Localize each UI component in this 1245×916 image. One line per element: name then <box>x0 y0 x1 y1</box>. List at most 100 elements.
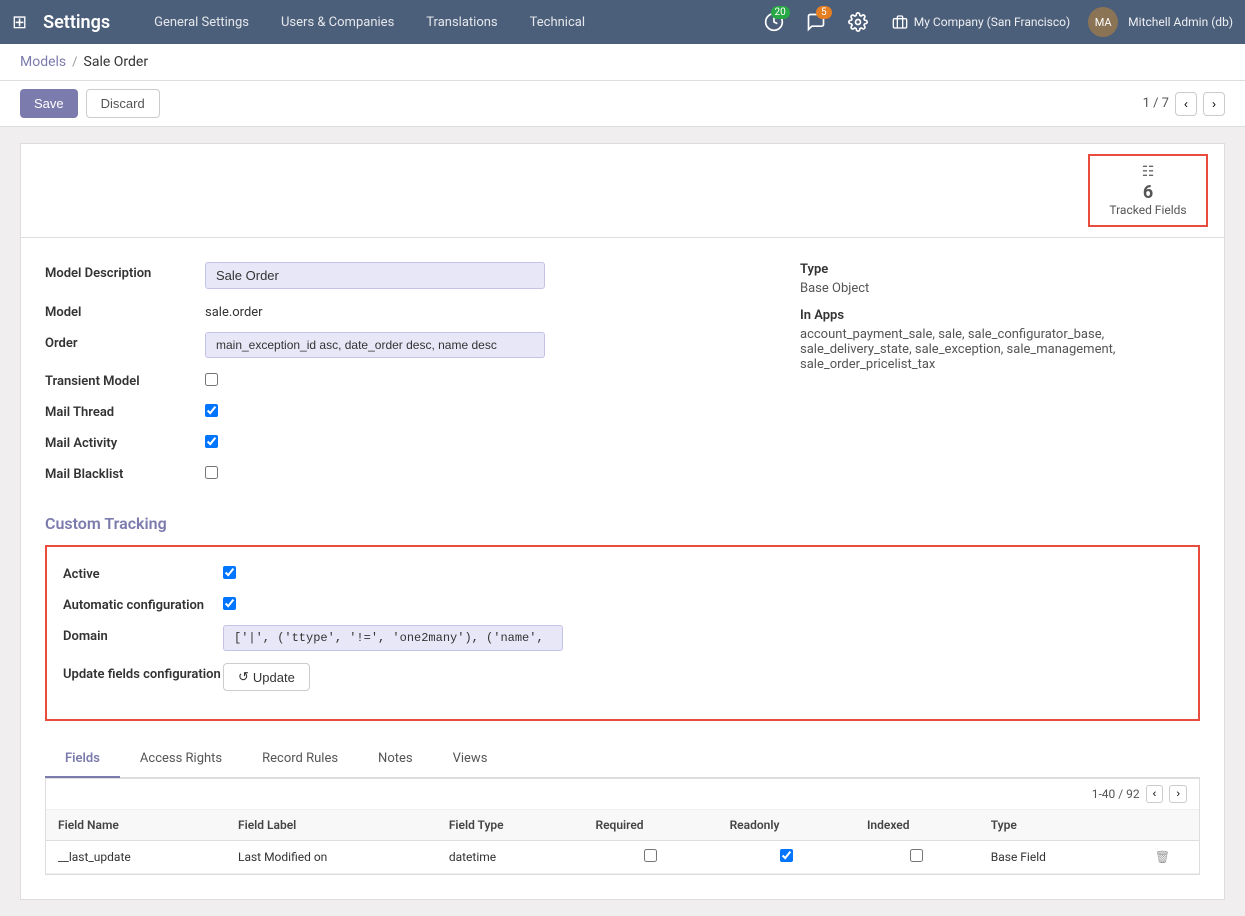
auto-config-checkbox[interactable] <box>223 597 236 610</box>
message-badge: 5 <box>816 6 832 19</box>
domain-row: Domain <box>63 625 1182 651</box>
mail-activity-label: Mail Activity <box>45 432 205 451</box>
active-label: Active <box>63 563 223 582</box>
tab-notes[interactable]: Notes <box>358 741 433 778</box>
cell-field-label: Last Modified on <box>226 841 437 874</box>
mail-activity-row: Mail Activity <box>45 432 760 451</box>
cell-required <box>583 841 717 874</box>
company-info[interactable]: My Company (San Francisco) <box>892 14 1070 30</box>
discard-button[interactable]: Discard <box>86 89 160 118</box>
save-button[interactable]: Save <box>20 89 78 118</box>
cell-readonly <box>718 841 855 874</box>
active-row: Active <box>63 563 1182 582</box>
nav-general-settings[interactable]: General Settings <box>142 15 261 30</box>
nav-users-companies[interactable]: Users & Companies <box>269 15 406 30</box>
table-pagination-text: 1-40 / 92 <box>1092 787 1140 801</box>
delete-icon[interactable]: 🗑 <box>1126 841 1199 874</box>
mail-activity-checkbox[interactable] <box>205 435 218 448</box>
transient-model-label: Transient Model <box>45 370 205 389</box>
custom-tracking-box: Active Automatic configuration Domain Up… <box>45 545 1200 721</box>
readonly-checkbox[interactable] <box>780 849 793 862</box>
model-description-input[interactable] <box>205 262 545 289</box>
table-next-page-button[interactable]: › <box>1169 785 1187 803</box>
company-name: My Company (San Francisco) <box>914 15 1070 29</box>
tracked-fields-label: Tracked Fields <box>1109 203 1186 217</box>
transient-model-row: Transient Model <box>45 370 760 389</box>
tracked-fields-icon: ☷ <box>1142 164 1155 180</box>
custom-tracking-title: Custom Tracking <box>45 514 1200 533</box>
tab-fields[interactable]: Fields <box>45 741 120 778</box>
nav-technical[interactable]: Technical <box>518 15 597 30</box>
table-row: __last_update Last Modified on datetime … <box>46 841 1199 874</box>
col-field-label: Field Label <box>226 810 437 841</box>
update-label: Update <box>253 670 295 685</box>
order-label: Order <box>45 332 205 351</box>
required-checkbox[interactable] <box>644 849 657 862</box>
tab-views[interactable]: Views <box>433 741 508 778</box>
top-navigation: ⊞ Settings General Settings Users & Comp… <box>0 0 1245 44</box>
indexed-checkbox[interactable] <box>910 849 923 862</box>
cell-field-name: __last_update <box>46 841 226 874</box>
breadcrumb: Models / Sale Order <box>0 44 1245 81</box>
tracked-fields-container: ☷ 6 Tracked Fields <box>20 143 1225 237</box>
type-value: Base Object <box>800 281 1200 296</box>
transient-model-checkbox[interactable] <box>205 373 218 386</box>
pagination: 1 / 7 ‹ › <box>1143 92 1225 116</box>
tracked-fields-count: 6 <box>1143 182 1153 203</box>
nav-translations[interactable]: Translations <box>414 15 509 30</box>
breadcrumb-parent[interactable]: Models <box>20 54 66 70</box>
next-page-button[interactable]: › <box>1203 92 1225 116</box>
in-apps-value: account_payment_sale, sale, sale_configu… <box>800 327 1200 372</box>
fields-table: Field Name Field Label Field Type Requir… <box>46 810 1199 874</box>
model-row: Model sale.order <box>45 301 760 320</box>
fields-table-container: 1-40 / 92 ‹ › Field Name Field Label Fie… <box>45 778 1200 875</box>
cell-indexed <box>855 841 979 874</box>
app-grid-icon[interactable]: ⊞ <box>12 12 27 33</box>
mail-thread-label: Mail Thread <box>45 401 205 420</box>
col-type: Type <box>979 810 1126 841</box>
toolbar: Save Discard 1 / 7 ‹ › <box>0 81 1245 127</box>
col-required: Required <box>583 810 717 841</box>
order-input[interactable] <box>205 332 545 358</box>
type-label: Type <box>800 262 1200 277</box>
mail-thread-checkbox[interactable] <box>205 404 218 417</box>
auto-config-row: Automatic configuration <box>63 594 1182 613</box>
update-fields-row: Update fields configuration ↺ Update <box>63 663 1182 691</box>
settings-icon[interactable] <box>842 6 874 38</box>
mail-thread-row: Mail Thread <box>45 401 760 420</box>
active-checkbox[interactable] <box>223 566 236 579</box>
tab-access-rights[interactable]: Access Rights <box>120 741 242 778</box>
col-actions <box>1126 810 1199 841</box>
table-prev-page-button[interactable]: ‹ <box>1146 785 1164 803</box>
model-value: sale.order <box>205 301 263 320</box>
pagination-text: 1 / 7 <box>1143 96 1169 111</box>
order-row: Order <box>45 332 760 358</box>
breadcrumb-separator: / <box>72 55 77 70</box>
prev-page-button[interactable]: ‹ <box>1175 92 1197 116</box>
domain-input[interactable] <box>223 625 563 651</box>
col-field-type: Field Type <box>437 810 584 841</box>
message-icon[interactable]: 5 <box>800 6 832 38</box>
user-avatar[interactable]: MA <box>1088 7 1118 37</box>
col-field-name: Field Name <box>46 810 226 841</box>
col-indexed: Indexed <box>855 810 979 841</box>
app-title: Settings <box>43 12 110 33</box>
activity-badge: 20 <box>771 6 790 19</box>
tabs-container: Fields Access Rights Record Rules Notes … <box>45 741 1200 778</box>
mail-blacklist-label: Mail Blacklist <box>45 463 205 482</box>
in-apps-label: In Apps <box>800 308 1200 323</box>
tab-record-rules[interactable]: Record Rules <box>242 741 358 778</box>
update-icon: ↺ <box>238 669 249 685</box>
mail-blacklist-row: Mail Blacklist <box>45 463 760 482</box>
col-readonly: Readonly <box>718 810 855 841</box>
activity-icon[interactable]: 20 <box>758 6 790 38</box>
model-description-label: Model Description <box>45 262 205 281</box>
cell-type: Base Field <box>979 841 1126 874</box>
model-label: Model <box>45 301 205 320</box>
tracked-fields-button[interactable]: ☷ 6 Tracked Fields <box>1088 154 1208 227</box>
breadcrumb-current: Sale Order <box>84 54 149 70</box>
update-button[interactable]: ↺ Update <box>223 663 310 691</box>
mail-blacklist-checkbox[interactable] <box>205 466 218 479</box>
auto-config-label: Automatic configuration <box>63 594 223 613</box>
form-right-section: Type Base Object In Apps account_payment… <box>800 262 1200 494</box>
